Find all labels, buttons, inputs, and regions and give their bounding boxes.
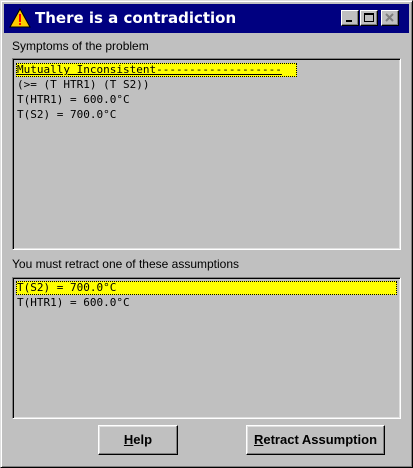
retract-button-label: etract Assumption <box>263 432 378 447</box>
assumptions-list-item[interactable]: T(HTR1) = 600.0°C <box>16 296 130 310</box>
assumptions-label: You must retract one of these assumption… <box>12 257 240 271</box>
retract-button-mnemonic: R <box>253 432 264 447</box>
help-button[interactable]: Help <box>98 425 178 455</box>
symptoms-list[interactable]: Mutually Inconsistent-------------------… <box>12 58 401 250</box>
warning-icon <box>9 7 31 28</box>
symptoms-list-item-selected[interactable]: Mutually Inconsistent------------------- <box>16 63 297 77</box>
list-item-text: Mutually Inconsistent------------------- <box>17 63 282 76</box>
minimize-icon <box>346 20 352 22</box>
help-button-mnemonic: H <box>123 432 134 447</box>
close-button[interactable] <box>381 10 399 26</box>
title-bar[interactable]: There is a contradiction <box>4 4 409 33</box>
contradiction-dialog: There is a contradiction Symptoms of the… <box>0 0 413 468</box>
minimize-button[interactable] <box>341 10 359 26</box>
retract-assumption-button[interactable]: Retract Assumption <box>246 425 385 455</box>
window-title: There is a contradiction <box>35 9 237 27</box>
close-icon <box>385 13 394 22</box>
maximize-button[interactable] <box>360 10 378 26</box>
assumptions-list[interactable]: T(S2) = 700.0°C T(HTR1) = 600.0°C <box>12 277 401 419</box>
assumptions-list-item-selected[interactable]: T(S2) = 700.0°C <box>16 281 397 295</box>
symptoms-list-item[interactable]: T(HTR1) = 600.0°C <box>16 93 130 107</box>
symptoms-list-item[interactable]: (>= (T HTR1) (T S2)) <box>16 78 149 92</box>
maximize-icon <box>364 13 374 22</box>
help-button-label: elp <box>133 432 153 447</box>
symptoms-label: Symptoms of the problem <box>12 39 149 53</box>
symptoms-list-item[interactable]: T(S2) = 700.0°C <box>16 108 116 122</box>
